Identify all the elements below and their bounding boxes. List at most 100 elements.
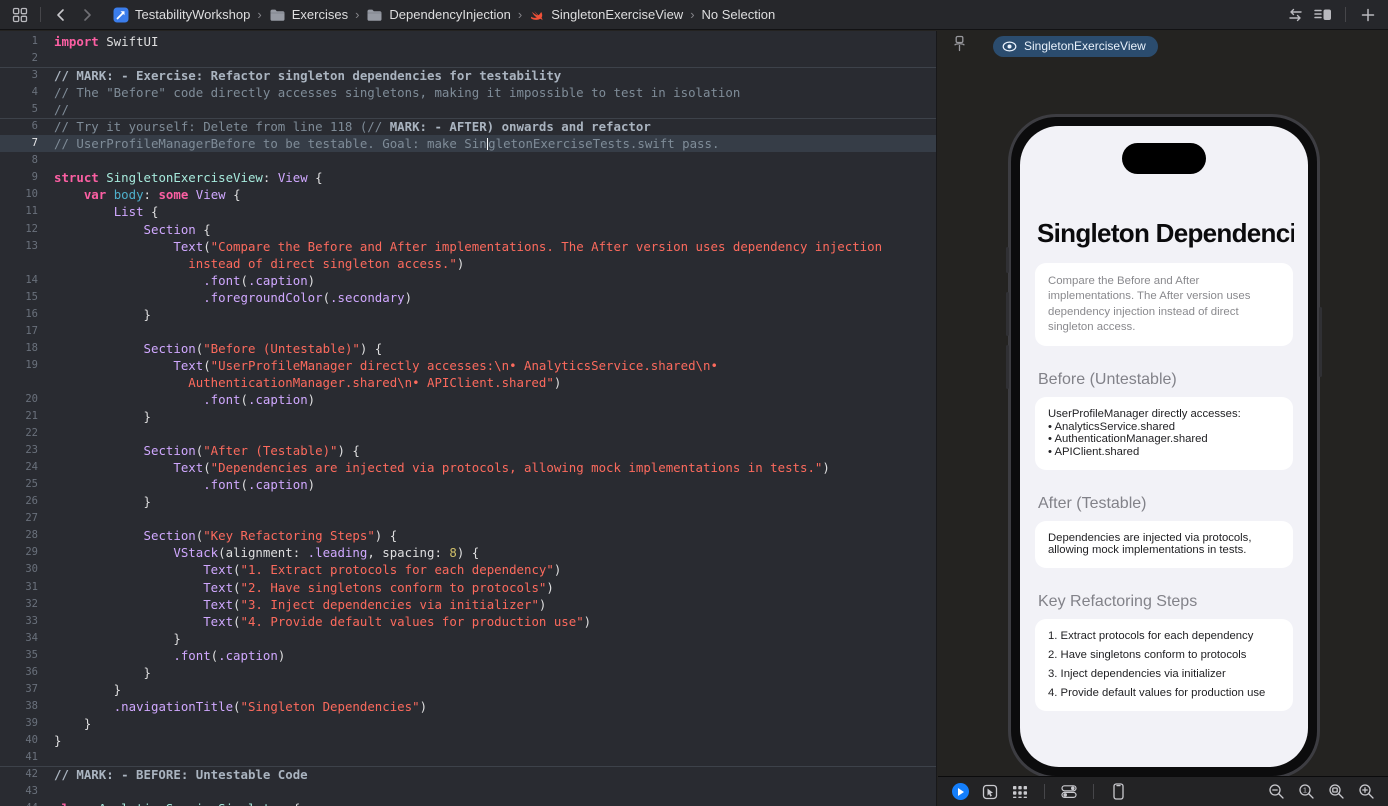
add-editor-icon[interactable] [1358,5,1378,25]
line-number[interactable]: 36 [0,664,38,681]
line-number[interactable]: 29 [0,544,38,561]
line-number[interactable]: 35 [0,647,38,664]
line-number[interactable]: 31 [0,579,38,596]
source-editor[interactable]: 1 import SwiftUI 2 3 // MARK: - Exercise: Re… [0,31,937,806]
code-line[interactable]: 30 Text("1. Extract protocols for each d… [0,561,936,578]
code-review-icon[interactable] [1285,5,1305,25]
line-number[interactable]: 41 [0,749,38,766]
code-line[interactable]: 6 // Try it yourself: Delete from line 11… [0,118,936,135]
line-number[interactable]: 14 [0,272,38,289]
line-number[interactable]: 11 [0,203,38,220]
line-number[interactable]: 7 [0,135,38,152]
line-number[interactable]: 16 [0,306,38,323]
code-line[interactable]: 24 Text("Dependencies are injected via p… [0,459,936,476]
line-number[interactable]: 22 [0,425,38,442]
live-preview-play-icon[interactable] [950,782,970,802]
code-line[interactable]: 33 Text("4. Provide default values for p… [0,613,936,630]
code-line[interactable]: 43 [0,783,936,800]
code-line[interactable]: 31 Text("2. Have singletons conform to p… [0,579,936,596]
line-number[interactable]: 13 [0,238,38,255]
code-line[interactable]: 5 // [0,101,936,118]
code-line[interactable]: 41 [0,749,936,766]
line-number[interactable]: 23 [0,442,38,459]
line-number[interactable]: 20 [0,391,38,408]
code-line[interactable]: AuthenticationManager.shared\n• APIClien… [0,374,936,391]
code-line[interactable]: 38 .navigationTitle("Singleton Dependenc… [0,698,936,715]
line-number[interactable]: 12 [0,221,38,238]
line-number[interactable]: 19 [0,357,38,374]
code-line[interactable]: 29 VStack(alignment: .leading, spacing: … [0,544,936,561]
line-number[interactable]: 17 [0,323,38,340]
line-number[interactable]: 9 [0,169,38,186]
code-line[interactable]: 2 [0,50,936,67]
code-line[interactable]: 14 .font(.caption) [0,272,936,289]
line-number[interactable]: 26 [0,493,38,510]
zoom-in-icon[interactable] [1356,782,1376,802]
code-line[interactable]: 37 } [0,681,936,698]
line-number[interactable]: 2 [0,50,38,67]
code-line[interactable]: 42 // MARK: - BEFORE: Untestable Code [0,766,936,783]
line-number[interactable]: 27 [0,510,38,527]
breadcrumb-item[interactable]: DependencyInjection [366,7,511,22]
code-line[interactable]: instead of direct singleton access.") [0,255,936,272]
line-number[interactable]: 10 [0,186,38,203]
back-chevron-icon[interactable] [51,5,71,25]
code-line[interactable]: 35 .font(.caption) [0,647,936,664]
code-line[interactable]: 28 Section("Key Refactoring Steps") { [0,527,936,544]
code-line[interactable]: 16 } [0,306,936,323]
code-line[interactable]: 27 [0,510,936,527]
code-line[interactable]: 4 // The "Before" code directly accesses … [0,84,936,101]
code-line[interactable]: 40} [0,732,936,749]
line-number[interactable]: 4 [0,84,38,101]
zoom-100-icon[interactable]: 1 [1296,782,1316,802]
line-number[interactable]: 40 [0,732,38,749]
code-line[interactable]: 44class AnalyticsServiceSingleton { [0,800,936,806]
selectable-mode-icon[interactable] [980,782,1000,802]
breadcrumb-item[interactable]: No Selection [702,7,776,22]
device-icon[interactable] [1108,782,1128,802]
line-number[interactable]: 33 [0,613,38,630]
device-settings-icon[interactable] [1059,782,1079,802]
preview-target-chip[interactable]: SingletonExerciseView [993,35,1158,57]
line-number[interactable]: 37 [0,681,38,698]
code-line[interactable]: 25 .font(.caption) [0,476,936,493]
iphone-screen[interactable]: Singleton Dependenci… Compare the Before… [1020,126,1308,767]
code-line[interactable]: 1 import SwiftUI [0,33,936,50]
line-number[interactable]: 18 [0,340,38,357]
code-line[interactable]: 8 [0,152,936,169]
line-number[interactable]: 44 [0,800,38,806]
line-number[interactable]: 8 [0,152,38,169]
breadcrumb-item[interactable]: TestabilityWorkshop [113,7,250,23]
line-number[interactable]: 15 [0,289,38,306]
code-line[interactable]: 26 } [0,493,936,510]
code-line[interactable]: 21 } [0,408,936,425]
line-number[interactable]: 38 [0,698,38,715]
line-number[interactable]: 3 [0,67,38,84]
zoom-fit-icon[interactable] [1326,782,1346,802]
code-area[interactable]: 1 import SwiftUI 2 3 // MARK: - Exercise: Re… [0,31,936,806]
code-line[interactable]: 32 Text("3. Inject dependencies via init… [0,596,936,613]
code-line[interactable]: 19 Text("UserProfileManager directly acc… [0,357,936,374]
line-number[interactable]: 28 [0,527,38,544]
zoom-out-icon[interactable] [1266,782,1286,802]
code-line[interactable]: 12 Section { [0,221,936,238]
line-number[interactable]: 32 [0,596,38,613]
code-line[interactable]: 34 } [0,630,936,647]
code-line[interactable]: 10 var body: some View { [0,186,936,203]
breadcrumb-item[interactable]: SingletonExerciseView [529,7,683,23]
line-number[interactable]: 42 [0,766,38,783]
forward-chevron-icon[interactable] [77,5,97,25]
line-number[interactable]: 39 [0,715,38,732]
code-line[interactable]: 15 .foregroundColor(.secondary) [0,289,936,306]
line-number[interactable]: 21 [0,408,38,425]
line-number[interactable]: 1 [0,33,38,50]
code-line[interactable]: 23 Section("After (Testable)") { [0,442,936,459]
code-line[interactable]: 17 [0,323,936,340]
code-line[interactable]: 9 struct SingletonExerciseView: View { [0,169,936,186]
code-line[interactable]: 7 // UserProfileManagerBefore to be testa… [0,135,936,153]
code-line[interactable]: 39 } [0,715,936,732]
code-line[interactable]: 18 Section("Before (Untestable)") { [0,340,936,357]
line-number[interactable]: 43 [0,783,38,800]
line-number[interactable]: 34 [0,630,38,647]
line-number[interactable]: 6 [0,118,38,135]
